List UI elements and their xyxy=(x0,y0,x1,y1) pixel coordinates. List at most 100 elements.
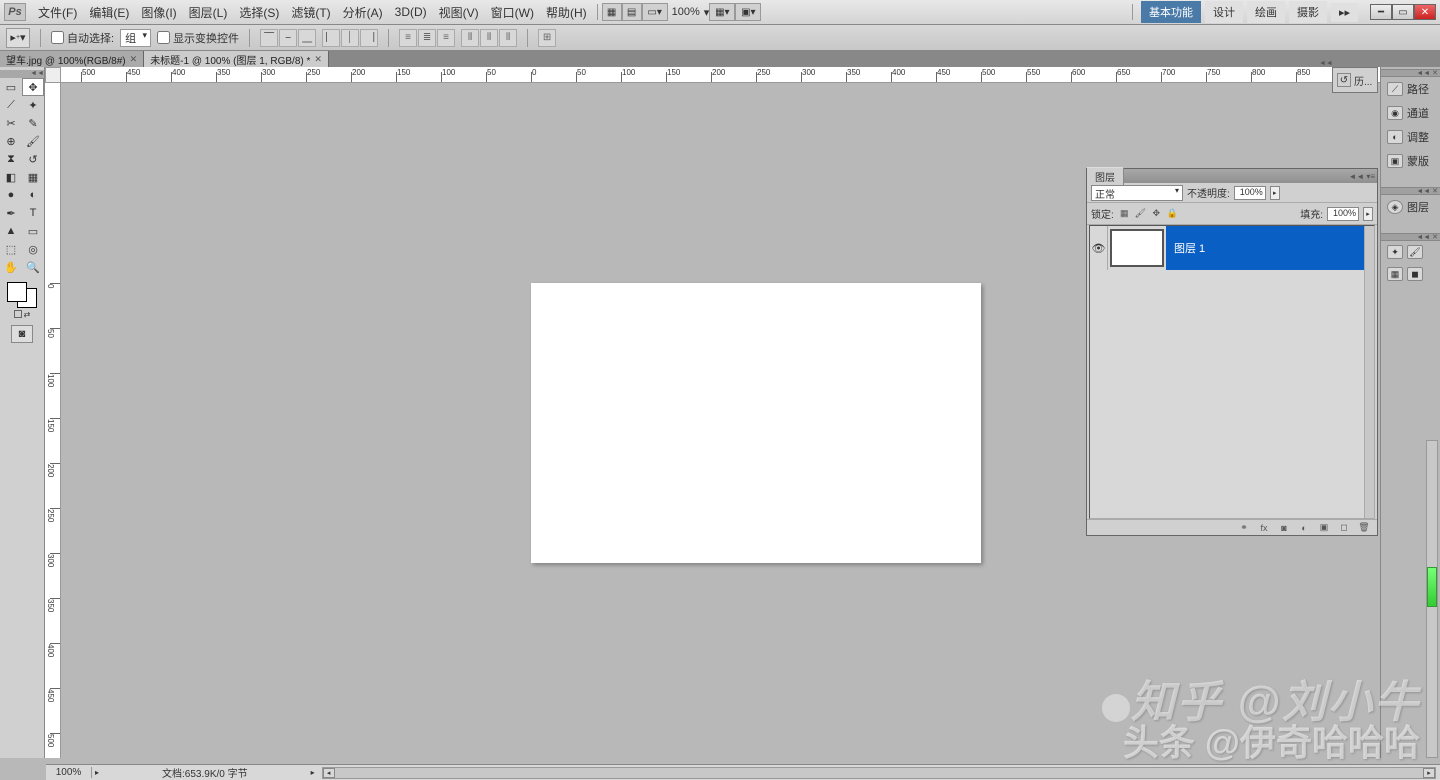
ruler-vertical[interactable]: 050100150200250300350400450500550 xyxy=(45,83,61,758)
quickmask-icon[interactable]: ◙ xyxy=(11,325,33,343)
gradient-tool-icon[interactable]: ▦ xyxy=(22,168,44,186)
layer-group-icon[interactable]: ▣ xyxy=(1317,522,1331,534)
horizontal-scrollbar[interactable]: ◂ ▸ xyxy=(322,767,1436,779)
foreground-color[interactable] xyxy=(7,282,27,302)
fill-flyout-icon[interactable]: ▸ xyxy=(1363,207,1373,221)
menu-file[interactable]: 文件(F) xyxy=(32,1,83,24)
distribute-vcenter-icon[interactable]: ≣ xyxy=(418,29,436,47)
show-transform-checkbox[interactable]: 显示变换控件 xyxy=(157,30,239,46)
screen-mode-icon[interactable]: ▣▾ xyxy=(735,3,761,21)
dock-collapse-3[interactable]: ◄◄ ✕ xyxy=(1381,233,1440,241)
zoom-level[interactable]: 100% xyxy=(668,6,704,18)
dock-channels[interactable]: ◉通道 xyxy=(1381,101,1440,125)
scroll-left-icon[interactable]: ◂ xyxy=(323,768,335,778)
ruler-horizontal[interactable]: 5004504003503002502001501005005010015020… xyxy=(61,67,1380,83)
path-select-icon[interactable]: ▲ xyxy=(0,222,22,240)
lock-position-icon[interactable]: ✥ xyxy=(1150,207,1163,220)
pen-tool-icon[interactable]: ✒ xyxy=(0,204,22,222)
dodge-tool-icon[interactable]: ◐ xyxy=(22,186,44,204)
marquee-tool-icon[interactable]: ▭ xyxy=(0,78,22,96)
status-flyout-icon[interactable]: ▸ xyxy=(92,768,102,777)
distribute-left-icon[interactable]: ⦀ xyxy=(461,29,479,47)
dock-collapse-2[interactable]: ◄◄ ✕ xyxy=(1381,187,1440,195)
dock-paths[interactable]: ⟋路径 xyxy=(1381,77,1440,101)
heal-tool-icon[interactable]: ⊕ xyxy=(0,132,22,150)
scroll-right-icon[interactable]: ▸ xyxy=(1423,768,1435,778)
align-top-icon[interactable]: ⎺ xyxy=(260,29,278,47)
lock-pixels-icon[interactable]: 🖌 xyxy=(1134,207,1147,220)
color-swatch[interactable] xyxy=(5,282,39,308)
hand-tool-icon[interactable]: ✋ xyxy=(0,258,22,276)
3d-camera-icon[interactable]: ◎ xyxy=(22,240,44,258)
eyedropper-tool-icon[interactable]: ✎ xyxy=(22,114,44,132)
lasso-tool-icon[interactable]: ⟋ xyxy=(0,96,22,114)
brush-tool-icon[interactable]: 🖌 xyxy=(22,132,44,150)
menu-3d[interactable]: 3D(D) xyxy=(389,2,433,22)
window-minimize-button[interactable]: ━ xyxy=(1370,4,1392,20)
opacity-input[interactable]: 100% xyxy=(1234,186,1266,200)
layer-row[interactable]: 👁 图层 1 xyxy=(1090,226,1374,270)
distribute-top-icon[interactable]: ≡ xyxy=(399,29,417,47)
lock-transparent-icon[interactable]: ▦ xyxy=(1118,207,1131,220)
arrange-docs-icon[interactable]: ▦▾ xyxy=(709,3,735,21)
close-tab-icon[interactable]: ✕ xyxy=(314,54,322,65)
blend-mode-select[interactable]: 正常 xyxy=(1091,185,1183,201)
menu-edit[interactable]: 编辑(E) xyxy=(83,1,135,24)
status-zoom[interactable]: 100% xyxy=(46,767,92,778)
panel-menu-icon[interactable]: ▾≡ xyxy=(1366,172,1375,181)
layer-thumbnail[interactable] xyxy=(1110,229,1164,267)
lock-all-icon[interactable]: 🔒 xyxy=(1166,207,1179,220)
blur-tool-icon[interactable]: ● xyxy=(0,186,22,204)
doc-tab-active[interactable]: 未标题-1 @ 100% (图层 1, RGB/8) *✕ xyxy=(144,51,329,67)
fill-input[interactable]: 100% xyxy=(1327,207,1359,221)
menu-layer[interactable]: 图层(L) xyxy=(183,1,234,24)
new-layer-icon[interactable]: ◻ xyxy=(1337,522,1351,534)
dock-layers[interactable]: ◈图层 xyxy=(1381,195,1440,219)
menu-analysis[interactable]: 分析(A) xyxy=(337,1,389,24)
status-doc-info[interactable]: 文档:653.9K/0 字节 xyxy=(102,765,308,780)
layer-name[interactable]: 图层 1 xyxy=(1166,240,1205,256)
workspace-more[interactable]: ▸▸ xyxy=(1331,3,1358,22)
zoom-tool-icon[interactable]: 🔍 xyxy=(22,258,44,276)
workspace-painting[interactable]: 绘画 xyxy=(1247,1,1285,23)
dock-swatches[interactable]: ▦◼ xyxy=(1381,263,1440,285)
show-transform-check[interactable] xyxy=(157,31,170,44)
auto-select-checkbox[interactable]: 自动选择: xyxy=(51,30,114,46)
wand-tool-icon[interactable]: ✦ xyxy=(22,96,44,114)
align-hcenter-icon[interactable]: │ xyxy=(341,29,359,47)
toolbox-collapse[interactable]: ◄◄ xyxy=(0,70,44,78)
close-tab-icon[interactable]: ✕ xyxy=(130,54,138,65)
launch-bridge-icon[interactable]: ▦ xyxy=(602,3,622,21)
workspace-essentials[interactable]: 基本功能 xyxy=(1141,1,1201,23)
view-extras-icon[interactable]: ▭▾ xyxy=(642,3,668,21)
workspace-photography[interactable]: 摄影 xyxy=(1289,1,1327,23)
history-panel-collapsed[interactable]: ↺ 历... xyxy=(1332,67,1378,93)
layers-scrollbar[interactable] xyxy=(1364,226,1374,518)
type-tool-icon[interactable]: T xyxy=(22,204,44,222)
auto-align-icon[interactable]: ⊞ xyxy=(538,29,556,47)
align-bottom-icon[interactable]: ⎽ xyxy=(298,29,316,47)
menu-select[interactable]: 选择(S) xyxy=(233,1,285,24)
workspace-design[interactable]: 设计 xyxy=(1205,1,1243,23)
layer-mask-icon[interactable]: ◙ xyxy=(1277,522,1291,534)
stamp-tool-icon[interactable]: ⧗ xyxy=(0,150,22,168)
dock-tool-presets[interactable]: ✦🖌 xyxy=(1381,241,1440,263)
panel-titlebar[interactable]: 图层 ◄◄ ▾≡ xyxy=(1087,169,1377,183)
window-close-button[interactable]: ✕ xyxy=(1414,4,1436,20)
shape-tool-icon[interactable]: ▭ xyxy=(22,222,44,240)
window-restore-button[interactable]: ▭ xyxy=(1392,4,1414,20)
crop-tool-icon[interactable]: ✂ xyxy=(0,114,22,132)
distribute-bottom-icon[interactable]: ≡ xyxy=(437,29,455,47)
panel-collapse-icon[interactable]: ◄◄ xyxy=(1348,172,1364,181)
adjustment-layer-icon[interactable]: ◐ xyxy=(1297,522,1311,534)
menu-window[interactable]: 窗口(W) xyxy=(485,1,540,24)
layers-list[interactable]: 👁 图层 1 xyxy=(1089,225,1375,519)
ruler-origin[interactable] xyxy=(45,67,61,83)
dock-collapse[interactable]: ◄◄ ✕ xyxy=(1381,69,1440,77)
distribute-hcenter-icon[interactable]: ⦀ xyxy=(480,29,498,47)
menu-help[interactable]: 帮助(H) xyxy=(540,1,593,24)
distribute-right-icon[interactable]: ⦀ xyxy=(499,29,517,47)
menu-view[interactable]: 视图(V) xyxy=(433,1,485,24)
dock-masks[interactable]: ▣蒙版 xyxy=(1381,149,1440,173)
auto-select-type[interactable]: 组 xyxy=(120,29,151,47)
